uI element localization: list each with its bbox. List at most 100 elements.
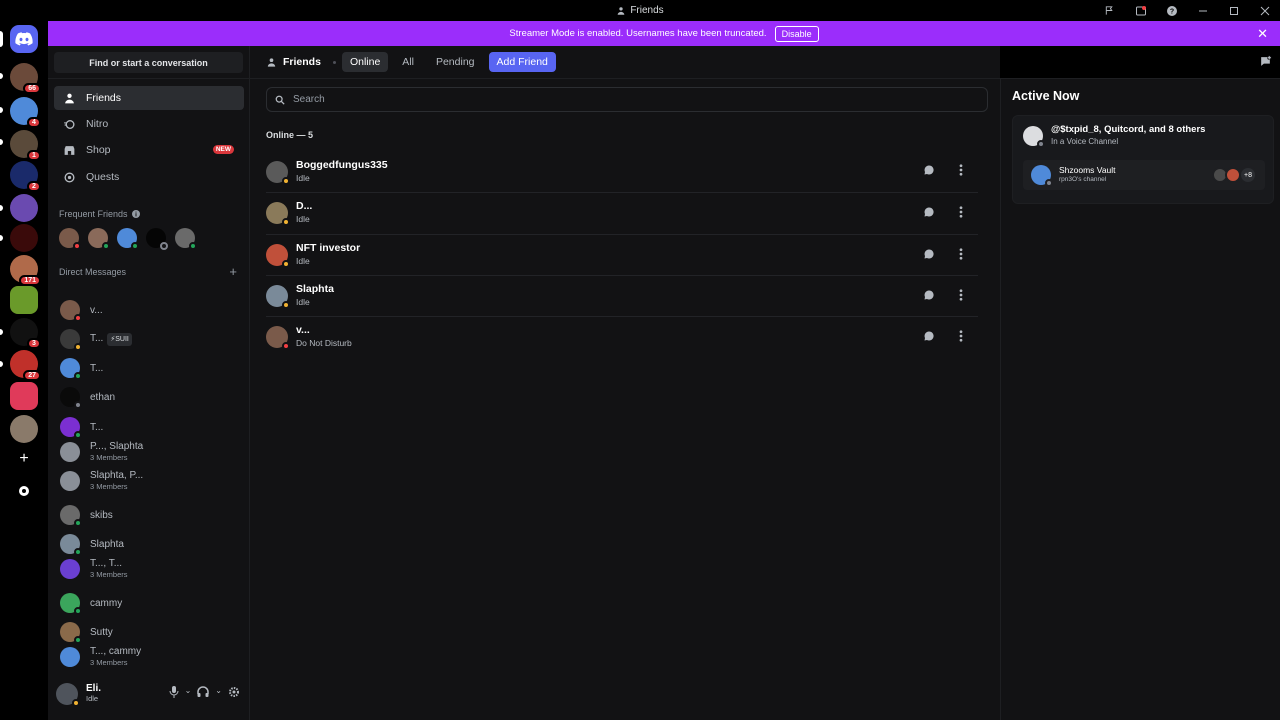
avatar[interactable] [175,228,197,250]
new-group-dm-icon[interactable] [1259,55,1272,71]
dm-names: ethan [90,392,115,403]
avatar [60,559,80,579]
avatar[interactable] [59,228,81,250]
friend-info: Slaphta Idle [296,283,334,309]
dm-item[interactable]: P..., Slaphta 3 Members [56,438,244,466]
server-icon[interactable]: 66 [10,63,41,94]
server-icon[interactable]: 171 [10,255,41,286]
unread-indicator [0,73,3,79]
user-info[interactable]: Eli. Idle [86,684,101,704]
server-icon[interactable]: 27 [10,350,41,381]
dm-name: T... [90,362,104,374]
dm-item[interactable]: cammy [56,589,244,617]
server-icon[interactable] [10,382,38,410]
message-icon[interactable] [918,201,940,223]
help-icon[interactable]: ? [1156,0,1187,21]
gear-icon[interactable] [228,686,240,701]
info-icon[interactable] [131,210,140,218]
message-icon[interactable] [918,325,940,347]
discover-button[interactable] [14,481,34,501]
maximize-icon[interactable] [1218,0,1249,21]
avatar [266,243,290,268]
new-badge: NEW [212,145,234,154]
create-dm-button[interactable]: + [229,264,237,279]
friend-row[interactable]: v... Do Not Disturb [266,316,978,357]
avatar[interactable] [117,228,139,250]
message-icon[interactable] [918,243,940,265]
home-button[interactable] [10,25,38,53]
divider [48,78,250,79]
tab-pending[interactable]: Pending [428,52,483,72]
nav-label: Friends [86,92,122,104]
nav-friends[interactable]: Friends [54,86,244,110]
dm-item[interactable]: T... [56,354,244,382]
status-dot [189,242,197,250]
close-icon[interactable]: ✕ [1257,26,1268,42]
microphone-icon[interactable] [169,686,179,701]
active-now-card[interactable]: @$txpid_8, Quitcord, and 8 others In a V… [1012,115,1274,204]
server-icon[interactable]: 2 [10,161,41,192]
dm-item[interactable]: Slaphta [56,530,244,558]
dm-item[interactable]: Sutty [56,618,244,646]
add-server-button[interactable]: + [14,449,34,469]
more-options-icon[interactable] [950,159,972,181]
mention-badge: 3 [27,338,41,349]
minimize-icon[interactable] [1187,0,1218,21]
friend-name: Boggedfungus335 [296,158,388,171]
server-icon[interactable]: 1 [10,130,41,161]
avatar [266,160,290,185]
tab-all[interactable]: All [394,52,422,72]
more-options-icon[interactable] [950,284,972,306]
more-options-icon[interactable] [950,325,972,347]
dm-item[interactable]: T... [56,413,244,441]
server-icon[interactable]: 4 [10,97,41,128]
dm-item[interactable]: T..., cammy 3 Members [56,643,244,671]
nav-shop[interactable]: Shop NEW [54,138,244,162]
dm-item[interactable]: ethan [56,383,244,411]
dm-item[interactable]: T... ⚡SUII [56,325,244,353]
headphones-icon[interactable] [197,686,210,701]
dm-names: cammy [90,598,122,609]
dm-item[interactable]: Slaphta, P... 3 Members [56,467,244,495]
message-icon[interactable] [918,159,940,181]
unread-indicator [0,107,3,113]
avatar[interactable] [146,228,168,250]
find-conversation-button[interactable]: Find or start a conversation [54,52,243,73]
server-icon[interactable] [10,194,38,222]
status-dot [74,519,82,527]
flag-icon[interactable] [1094,0,1125,21]
friend-row[interactable]: NFT investor Idle [266,233,978,275]
dm-item[interactable]: T..., T... 3 Members [56,555,244,583]
inbox-red-icon[interactable] [1125,0,1156,21]
more-options-icon[interactable] [950,201,972,223]
user-avatar[interactable] [56,683,80,707]
more-options-icon[interactable] [950,243,972,265]
search-input[interactable]: Search [266,87,988,112]
add-friend-button[interactable]: Add Friend [488,52,556,72]
disable-button[interactable]: Disable [774,25,819,42]
server-icon[interactable] [10,286,38,314]
tab-online[interactable]: Online [341,52,389,72]
message-icon[interactable] [918,284,940,306]
friend-status: Idle [296,255,310,266]
nav-nitro[interactable]: Nitro [54,112,244,136]
server-icon[interactable] [10,224,38,252]
unread-indicator [0,235,3,241]
chevron-down-icon[interactable]: ⌄ [185,686,192,701]
nav-quests[interactable]: Quests [54,165,244,189]
close-window-icon[interactable] [1249,0,1280,21]
friend-row[interactable]: Slaphta Idle [266,274,978,316]
server-icon[interactable]: 3 [10,318,41,349]
voice-channel-entry[interactable]: Shzooms Vault rpn3O's channel +8 [1023,160,1265,190]
dm-member-count: 3 Members [90,570,128,579]
dm-item[interactable]: v... [56,296,244,324]
nitro-icon [62,117,76,131]
chevron-down-icon[interactable]: ⌄ [215,686,222,701]
server-icon[interactable] [10,415,38,443]
user-controls: ⌄ ⌄ [169,686,240,701]
friend-status: Idle [296,214,310,225]
dm-item[interactable]: skibs [56,501,244,529]
friend-row[interactable]: Boggedfungus335 Idle [266,151,978,192]
avatar[interactable] [88,228,110,250]
friend-row[interactable]: D... Idle [266,192,978,233]
